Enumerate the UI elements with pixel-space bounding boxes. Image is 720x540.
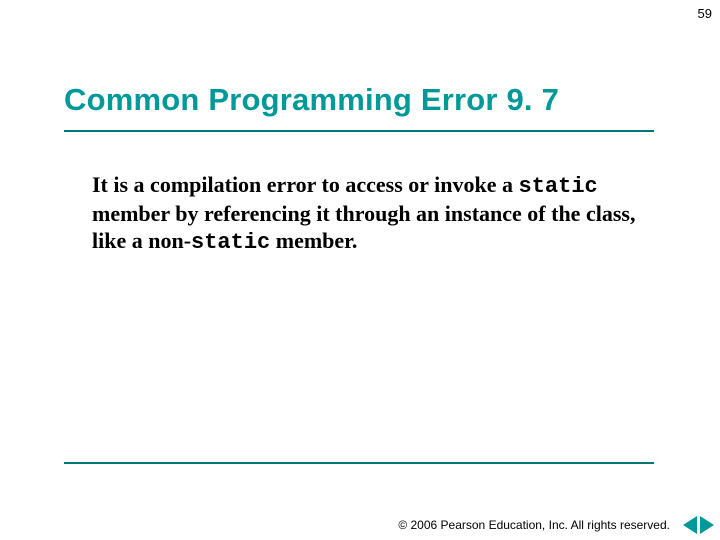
code-keyword: static <box>191 230 270 255</box>
slide-title: Common Programming Error 9. 7 <box>64 82 559 118</box>
body-segment: member. <box>270 228 357 253</box>
prev-slide-icon[interactable] <box>683 516 697 534</box>
slide-nav <box>683 516 714 534</box>
body-text: It is a compilation error to access or i… <box>92 172 652 256</box>
divider-top <box>64 130 654 132</box>
next-slide-icon[interactable] <box>700 516 714 534</box>
page-number: 59 <box>698 6 712 21</box>
body-segment: member by referencing it through an inst… <box>92 201 635 253</box>
body-segment: It is a compilation error to access or i… <box>92 172 519 197</box>
code-keyword: static <box>519 174 598 199</box>
divider-bottom <box>64 462 654 464</box>
copyright-footer: © 2006 Pearson Education, Inc. All right… <box>398 518 670 532</box>
slide: 59 Common Programming Error 9. 7 It is a… <box>0 0 720 540</box>
